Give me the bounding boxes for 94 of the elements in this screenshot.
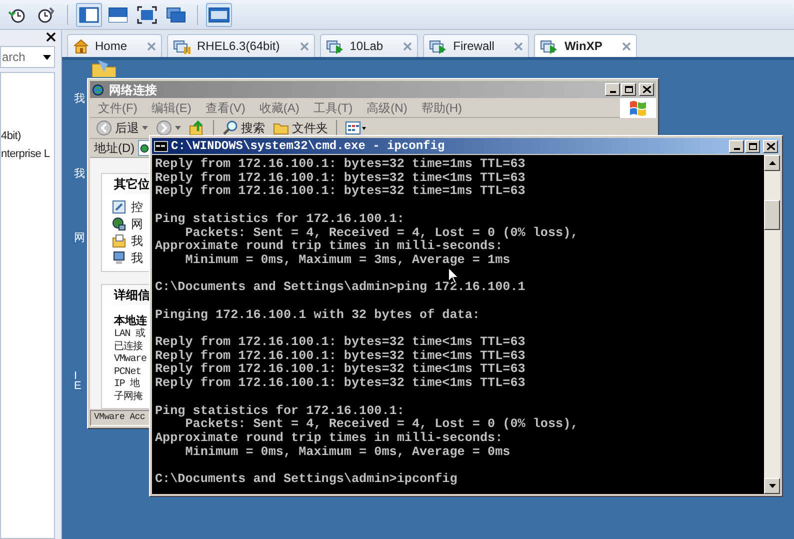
globe-icon <box>140 144 149 152</box>
menu-item[interactable]: 编辑(E) <box>151 98 192 116</box>
down-arrow-icon <box>768 484 776 488</box>
bottom-bar-layout-icon <box>108 6 128 22</box>
close-button[interactable] <box>763 140 778 152</box>
close-icon <box>642 86 650 93</box>
window-title: 网络连接 <box>109 82 157 98</box>
desktop-icon-label: E <box>74 380 82 392</box>
explorer-toolbar-button[interactable]: 后退 <box>94 119 150 137</box>
console-app-icon <box>154 140 168 152</box>
explorer-toolbar-button[interactable]: 搜索 <box>220 119 267 137</box>
sidebar-layout-icon <box>79 6 99 22</box>
desktop-icon-label: 网 <box>74 232 85 244</box>
home-icon <box>73 38 89 54</box>
vm-tab[interactable]: WinXP <box>534 34 638 57</box>
detail-text: VMware <box>114 354 146 366</box>
menu-item[interactable]: 收藏(A) <box>259 98 300 116</box>
menu-item[interactable]: 文件(F) <box>98 98 138 116</box>
console-line: Ping statistics for 172.16.100.1: <box>155 212 404 226</box>
scroll-up-button[interactable] <box>764 155 780 171</box>
menu-item[interactable]: 高级(N) <box>366 98 408 116</box>
vm-tab[interactable]: Firewall <box>423 34 530 57</box>
library-item[interactable]: 4bit) <box>1 129 21 144</box>
address-label: 地址(D) <box>94 140 135 157</box>
detail-text: 子网掩 <box>114 392 142 404</box>
task-link[interactable]: 控 <box>131 198 143 216</box>
up-arrow-icon <box>768 161 776 165</box>
console-line: Approximate round trip times in milli-seconds: <box>155 240 503 254</box>
console-line: Pinging 172.16.100.1 with 32 bytes of data: <box>155 308 480 322</box>
vm-tab[interactable]: 10Lab <box>320 34 418 57</box>
desktop-icon-label: 我 <box>74 93 85 105</box>
console-line: Approximate round trip times in milli-seconds: <box>155 432 503 446</box>
close-icon <box>766 142 774 150</box>
vm-tab[interactable]: RHEL6.3(64bit) <box>167 34 315 57</box>
close-button[interactable] <box>639 83 654 96</box>
vm-paused-icon <box>173 38 192 54</box>
folder-icon <box>92 60 116 77</box>
documents-icon <box>112 234 126 248</box>
dropdown-caret-icon <box>43 54 51 60</box>
task-link[interactable]: 我 <box>131 249 143 267</box>
folder-up-icon <box>189 120 205 136</box>
globe-computer-icon <box>112 217 126 231</box>
maximize-button[interactable] <box>621 83 636 96</box>
console-line: Reply from 172.16.100.1: bytes=32 time<1ms TTL=63 <box>155 377 526 391</box>
console-line: Minimum = 0ms, Maximum = 0ms, Average = 0ms <box>184 446 510 460</box>
menu-item[interactable]: 查看(V) <box>205 98 246 116</box>
address-field[interactable] <box>138 140 150 156</box>
window-title: C:\WINDOWS\system32\cmd.exe - ipconfig <box>171 138 445 155</box>
task-link[interactable]: 网 <box>131 215 143 233</box>
scroll-down-button[interactable] <box>764 478 780 494</box>
network-globe-icon <box>92 82 106 96</box>
vm-running-icon <box>540 38 558 54</box>
console-line: Reply from 172.16.100.1: bytes=32 time<1ms TTL=63 <box>155 336 526 350</box>
detail-text: 已连接 <box>114 342 142 354</box>
detail-text: LAN 或 <box>114 329 146 340</box>
task-link[interactable]: 我 <box>131 232 143 250</box>
vm-running-icon <box>326 38 344 54</box>
vm-tab[interactable]: Home <box>67 34 162 57</box>
desktop-icon-label: 我 <box>74 168 85 180</box>
explorer-toolbar-button[interactable] <box>154 120 183 136</box>
console-view-icon <box>208 6 230 22</box>
fullscreen-icon <box>137 6 157 24</box>
console-line: Packets: Sent = 4, Received = 4, Lost = 0 (0% loss), <box>184 226 578 240</box>
search-field[interactable]: arch <box>0 46 55 68</box>
connection-name: 本地连 <box>114 314 147 328</box>
dropdown-caret-icon <box>142 126 148 130</box>
minimize-button[interactable] <box>605 83 620 96</box>
detail-text: PCNet <box>114 366 142 378</box>
windows-icon <box>166 6 186 22</box>
scrollbar[interactable] <box>764 155 780 494</box>
flag-logo-icon <box>629 100 647 116</box>
close-icon[interactable] <box>46 32 56 42</box>
console-line: Reply from 172.16.100.1: bytes=32 time<1ms TTL=63 <box>155 350 526 363</box>
console-line: C:\Documents and Settings\admin>ipconfig <box>155 473 458 487</box>
dropdown-caret-icon <box>175 126 181 130</box>
menu-item[interactable]: 工具(T) <box>313 98 353 116</box>
explorer-toolbar-button[interactable] <box>343 121 369 135</box>
console-line: Minimum = 0ms, Maximum = 3ms, Average = 1ms <box>184 254 510 268</box>
computer-icon <box>112 251 126 265</box>
minimize-button[interactable] <box>729 140 744 152</box>
search-icon <box>222 120 238 136</box>
control-panel-icon <box>112 200 126 214</box>
console-line: Reply from 172.16.100.1: bytes=32 time<1ms TTL=63 <box>155 363 526 376</box>
detail-text: IP 地 <box>114 379 140 391</box>
library-item[interactable]: nterprise L <box>1 147 50 162</box>
explorer-toolbar-button[interactable]: 文件夹 <box>271 119 330 137</box>
maximize-button[interactable] <box>745 140 760 152</box>
toolbar-button[interactable] <box>76 2 102 26</box>
desktop-icon-label: I <box>74 370 78 382</box>
console-line: Reply from 172.16.100.1: bytes=32 time=1ms TTL=63 <box>155 158 526 172</box>
toolbar-button[interactable] <box>206 2 232 26</box>
scroll-thumb[interactable] <box>764 200 780 230</box>
vm-running-icon <box>429 38 448 54</box>
menu-item[interactable]: 帮助(H) <box>421 98 462 116</box>
